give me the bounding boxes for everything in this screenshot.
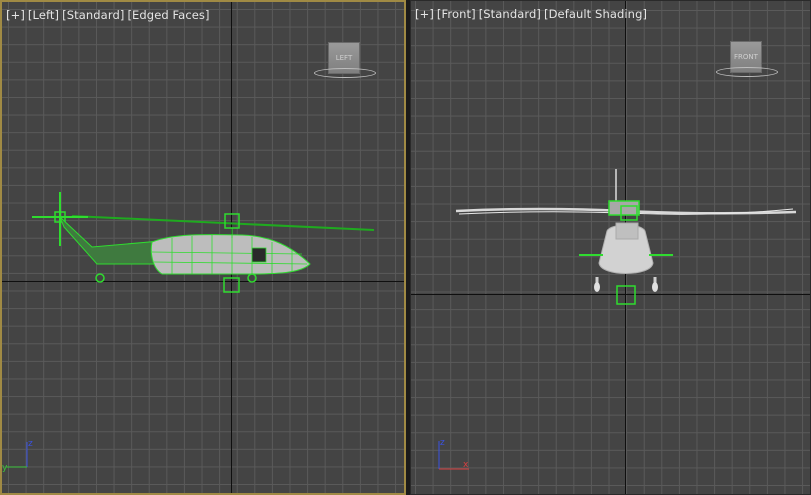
left-viewport[interactable]: [+] [Left] [Standard] [Edged Faces] LEFT z [0, 0, 406, 495]
axis-label-side: x [463, 460, 469, 470]
axis-tripod: z x [438, 438, 469, 470]
front-viewport[interactable]: [+] [Front] [Standard] [Default Shading] FR… [410, 0, 811, 495]
axis-label-side: y [2, 463, 8, 473]
axis-label-up: z [28, 439, 33, 449]
axis-tripod: z y [2, 439, 33, 473]
axis-label-up: z [440, 438, 445, 448]
